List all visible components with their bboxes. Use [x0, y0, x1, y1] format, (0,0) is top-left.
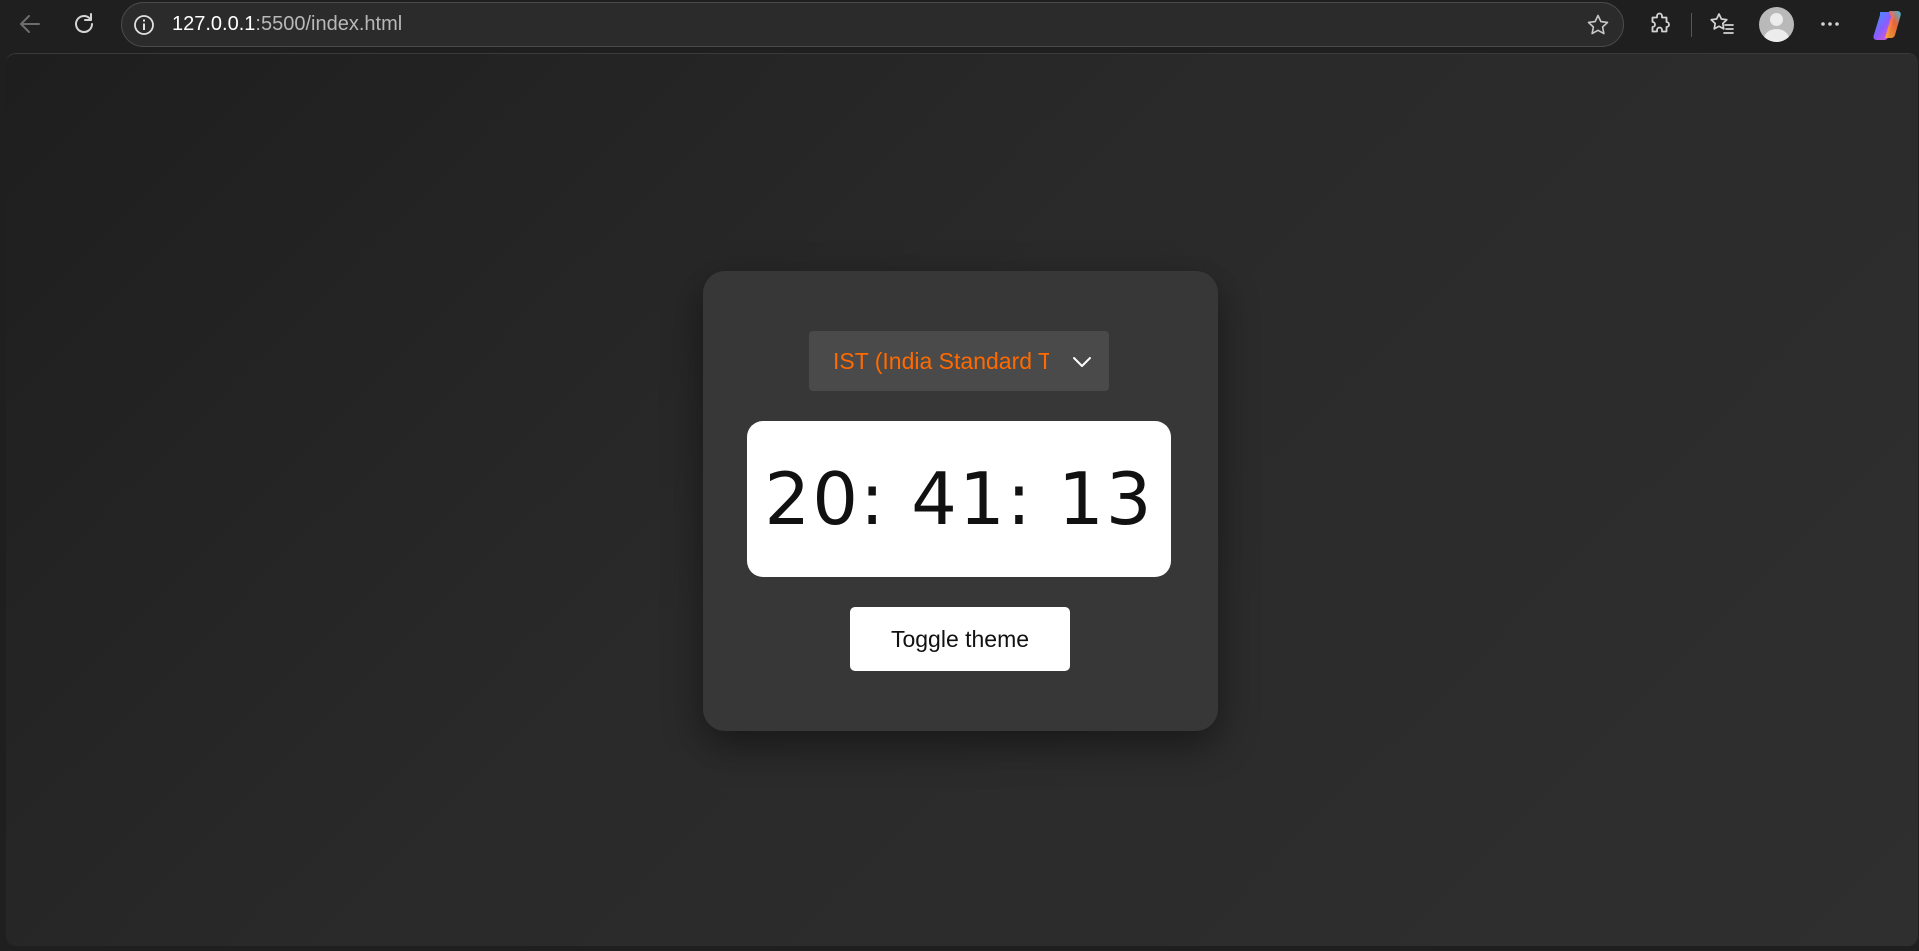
timezone-selected-value: IST (India Standard Time) — [833, 348, 1049, 374]
more-icon[interactable] — [1812, 6, 1848, 42]
clock-card: IST (India Standard Time) 20: 41: 13 Tog… — [703, 271, 1218, 731]
avatar-body — [1764, 29, 1789, 42]
info-icon[interactable] — [132, 13, 156, 37]
avatar-icon[interactable] — [1759, 7, 1794, 42]
back-arrow-icon[interactable] — [12, 6, 48, 42]
puzzle-icon[interactable] — [1643, 6, 1679, 42]
page-viewport: IST (India Standard Time) 20: 41: 13 Tog… — [6, 53, 1918, 946]
copilot-icon[interactable] — [1871, 8, 1905, 42]
url-text[interactable]: 127.0.0.1:5500/index.html — [172, 3, 402, 46]
clock-display: 20: 41: 13 — [747, 421, 1171, 577]
toolbar-divider — [1691, 13, 1692, 37]
url-host: 127.0.0.1 — [172, 13, 256, 35]
favorites-icon[interactable] — [1704, 6, 1740, 42]
browser-toolbar: 127.0.0.1:5500/index.html — [0, 0, 1919, 50]
toggle-theme-button[interactable]: Toggle theme — [850, 607, 1070, 671]
avatar-head — [1770, 13, 1783, 26]
timezone-select[interactable]: IST (India Standard Time) — [809, 331, 1109, 391]
clock-time: 20: 41: 13 — [764, 457, 1154, 541]
reload-icon[interactable] — [66, 6, 102, 42]
chevron-down-icon — [1073, 357, 1091, 367]
url-path: :5500/index.html — [255, 13, 403, 35]
address-bar[interactable]: 127.0.0.1:5500/index.html — [121, 2, 1624, 47]
star-icon[interactable] — [1585, 12, 1611, 38]
